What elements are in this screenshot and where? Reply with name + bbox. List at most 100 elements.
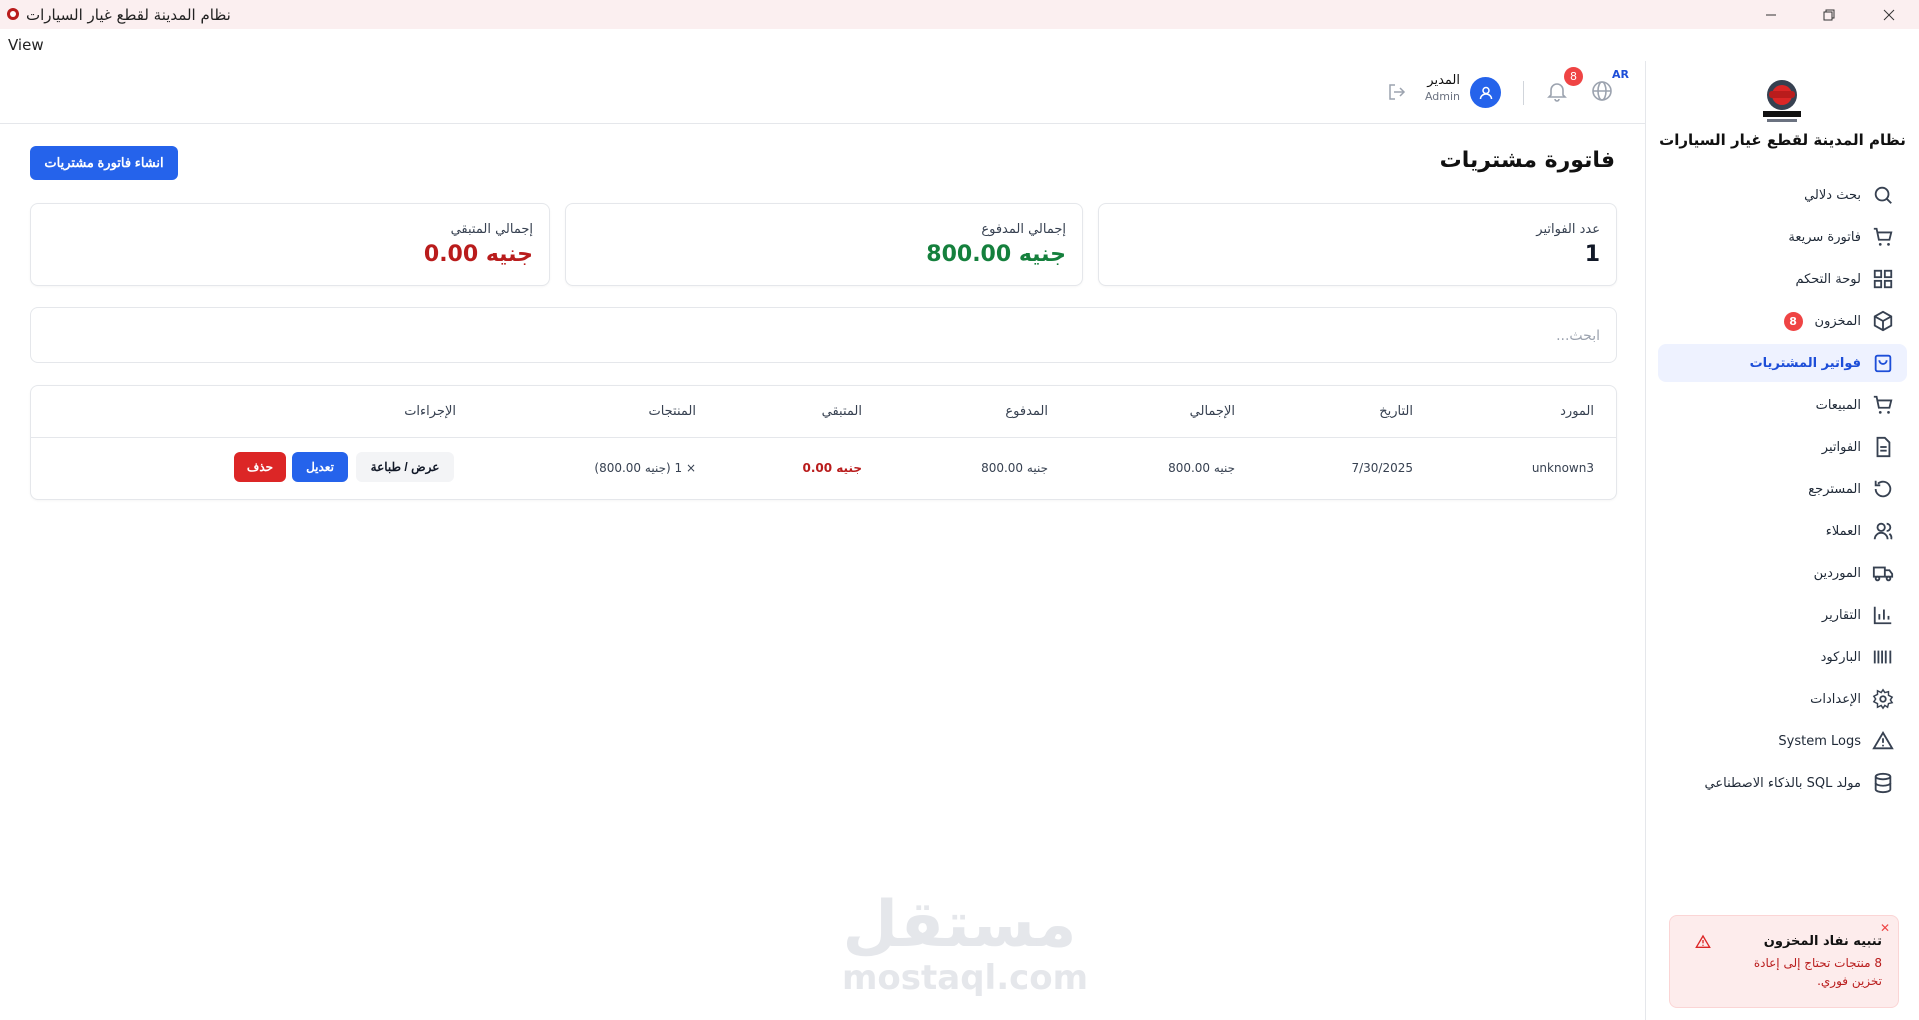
cell-products: × 1 (جنيه 800.00)	[594, 461, 696, 475]
sidebar-item-settings[interactable]: الإعدادات	[1658, 680, 1907, 718]
database-icon	[1871, 771, 1895, 795]
view-print-button[interactable]: عرض / طباعة	[356, 452, 454, 482]
avatar[interactable]	[1470, 77, 1501, 108]
page-title: فاتورة مشتريات	[1439, 148, 1615, 173]
gear-icon	[1871, 687, 1895, 711]
sidebar-item-label: لوحة التحكم	[1795, 271, 1861, 287]
language-code[interactable]: AR	[1612, 68, 1629, 81]
minimize-button[interactable]	[1748, 0, 1794, 29]
sidebar-item-quick-invoice[interactable]: فاتورة سريعة	[1658, 218, 1907, 256]
watermark-arabic: مستقل	[842, 888, 1077, 962]
sidebar-item-returns[interactable]: المسترجع	[1658, 470, 1907, 508]
sidebar-item-label: System Logs	[1778, 733, 1861, 749]
app-logo-icon	[7, 8, 19, 20]
stat-card-total-paid: إجمالي المدفوع جنيه 800.00	[565, 203, 1083, 286]
search-container	[30, 307, 1617, 363]
title-bar: نظام المدينة لقطع غيار السيارات	[0, 0, 1919, 29]
inventory-alert-badge: 8	[1783, 311, 1803, 331]
menu-view[interactable]: View	[8, 36, 44, 54]
stat-label: إجمالي المتبقي	[450, 222, 533, 237]
column-header-actions: الإجراءات	[404, 404, 456, 419]
purchase-invoices-table: المورد التاريخ الإجمالي المدفوع المتبقي …	[30, 385, 1617, 500]
cart-icon	[1871, 393, 1895, 417]
search-input[interactable]	[45, 322, 1602, 350]
barcode-icon	[1871, 645, 1895, 669]
stat-value: جنيه 0.00	[423, 242, 533, 267]
cell-total: جنيه 800.00	[1168, 461, 1235, 475]
file-icon	[1871, 435, 1895, 459]
sidebar-item-ai-sql-generator[interactable]: مولد SQL بالذكاء الاصطناعي	[1658, 764, 1907, 802]
rotate-icon	[1871, 477, 1895, 501]
column-header-products: المنتجات	[648, 404, 696, 419]
sidebar-item-label: المبيعات	[1815, 397, 1861, 413]
sidebar-title: نظام المدينة لقطع غيار السيارات	[1659, 131, 1906, 149]
column-header-date: التاريخ	[1379, 404, 1413, 419]
sidebar-item-customers[interactable]: العملاء	[1658, 512, 1907, 550]
edit-button[interactable]: تعديل	[292, 452, 348, 482]
search-icon	[1871, 183, 1895, 207]
sidebar-item-system-logs[interactable]: System Logs	[1658, 722, 1907, 760]
sidebar-item-invoices[interactable]: الفواتير	[1658, 428, 1907, 466]
watermark-latin: mostaql.com	[842, 958, 1089, 998]
sidebar-item-purchase-invoices[interactable]: فواتير المشتريات	[1658, 344, 1907, 382]
notification-badge: 8	[1564, 67, 1583, 86]
company-logo	[1763, 80, 1801, 122]
shopping-bag-icon	[1871, 351, 1895, 375]
user-icon	[1479, 86, 1492, 99]
toast-message: 8 منتجات تحتاج إلى إعادة تخزين فوري.	[1753, 956, 1882, 988]
sidebar-item-label: المخزون	[1814, 313, 1861, 329]
bar-chart-icon	[1871, 603, 1895, 627]
table-divider	[31, 437, 1616, 438]
cell-supplier: unknown3	[1531, 461, 1594, 475]
sidebar-item-label: العملاء	[1825, 523, 1861, 539]
column-header-supplier: المورد	[1560, 404, 1594, 419]
sidebar-item-inventory[interactable]: المخزون 8	[1658, 302, 1907, 340]
close-icon[interactable]: ✕	[1880, 921, 1890, 935]
sidebar-item-label: الإعدادات	[1810, 691, 1861, 707]
warning-icon	[1695, 934, 1711, 948]
delete-button[interactable]: حذف	[234, 452, 286, 482]
sidebar-item-suppliers[interactable]: الموردين	[1658, 554, 1907, 592]
stat-label: إجمالي المدفوع	[981, 222, 1066, 237]
sidebar-item-reports[interactable]: التقارير	[1658, 596, 1907, 634]
sidebar-item-dashboard[interactable]: لوحة التحكم	[1658, 260, 1907, 298]
minimize-icon	[1766, 14, 1776, 15]
column-header-total: الإجمالي	[1189, 404, 1235, 419]
window-title: نظام المدينة لقطع غيار السيارات	[26, 6, 231, 24]
sidebar-item-sales[interactable]: المبيعات	[1658, 386, 1907, 424]
toast-title: تنبيه نفاد المخزون	[1763, 934, 1882, 949]
sidebar-item-label: المسترجع	[1808, 481, 1861, 497]
stat-value: 1	[1584, 242, 1600, 267]
globe-icon[interactable]	[1590, 79, 1614, 103]
truck-icon	[1871, 561, 1895, 585]
cell-date: 7/30/2025	[1351, 461, 1413, 475]
close-window-button[interactable]	[1866, 0, 1912, 29]
low-stock-toast: ✕ تنبيه نفاد المخزون 8 منتجات تحتاج إلى …	[1669, 915, 1899, 1008]
sidebar-item-label: مولد SQL بالذكاء الاصطناعي	[1704, 775, 1861, 791]
warning-icon	[1871, 729, 1895, 753]
sidebar-item-label: التقارير	[1821, 607, 1861, 623]
sidebar-item-label: فاتورة سريعة	[1788, 229, 1861, 245]
create-purchase-invoice-button[interactable]: انشاء فاتورة مشتريات	[30, 146, 178, 180]
close-icon	[1883, 9, 1895, 20]
header-divider	[1523, 81, 1524, 105]
column-header-remaining: المتبقي	[821, 404, 862, 419]
sidebar-item-semantic-search[interactable]: بحث دلالي	[1658, 176, 1907, 214]
stat-label: عدد الفواتير	[1536, 222, 1600, 237]
restore-icon	[1823, 9, 1835, 20]
cart-icon	[1871, 225, 1895, 249]
cell-paid: جنيه 800.00	[981, 461, 1048, 475]
sidebar-item-barcode[interactable]: الباركود	[1658, 638, 1907, 676]
column-header-paid: المدفوع	[1005, 404, 1048, 419]
logout-icon[interactable]	[1386, 81, 1408, 103]
stat-card-total-remaining: إجمالي المتبقي جنيه 0.00	[30, 203, 550, 286]
sidebar-item-label: بحث دلالي	[1804, 187, 1861, 203]
menu-bar: View	[0, 29, 1919, 61]
top-header: AR 8 المدير Admin	[0, 61, 1645, 124]
sidebar-item-label: الباركود	[1820, 649, 1861, 665]
users-icon	[1871, 519, 1895, 543]
restore-button[interactable]	[1806, 0, 1852, 29]
stat-value: جنيه 800.00	[926, 242, 1066, 267]
stat-card-invoices-count: عدد الفواتير 1	[1098, 203, 1617, 286]
cell-remaining: جنيه 0.00	[802, 461, 862, 475]
